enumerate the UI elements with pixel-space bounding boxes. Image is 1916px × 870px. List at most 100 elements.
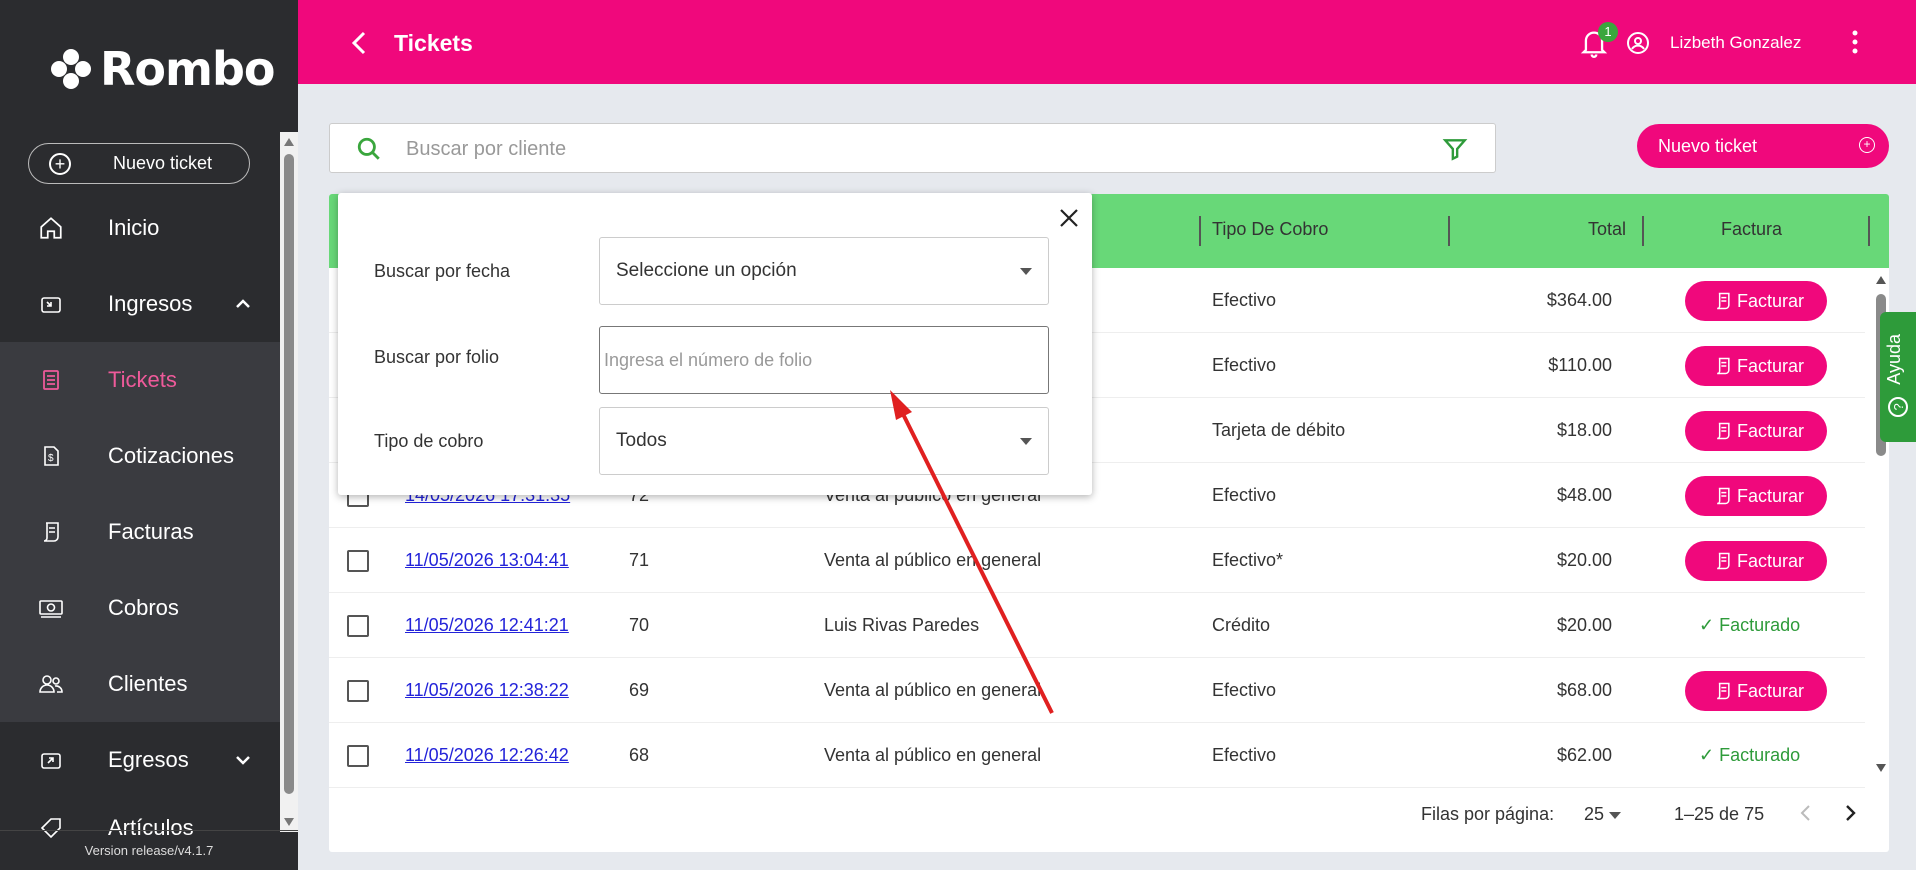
invoice-button[interactable]: Facturar	[1685, 671, 1827, 711]
income-icon	[36, 289, 66, 319]
ticket-client: Venta al público en general	[824, 745, 1042, 765]
sidebar-item-label: Cotizaciones	[108, 443, 234, 468]
caret-down-icon	[1609, 812, 1622, 819]
date-filter-select[interactable]: Seleccione un opción	[599, 237, 1049, 305]
column-separator[interactable]	[1642, 216, 1644, 246]
row-checkbox[interactable]	[347, 745, 369, 767]
invoice-button[interactable]: Facturar	[1685, 541, 1827, 581]
pagination-range: 1–25 de 75	[1674, 804, 1765, 824]
more-vert-icon[interactable]	[1851, 30, 1859, 59]
table-row: 11/05/2026 12:41:21 70 Luis Rivas Paredes C…	[329, 593, 1865, 658]
receipt-icon	[1717, 682, 1730, 700]
scroll-up-icon[interactable]	[284, 138, 294, 146]
invoice-icon	[36, 517, 66, 547]
account-circle-icon[interactable]	[1626, 31, 1650, 60]
column-separator[interactable]	[1199, 216, 1201, 246]
search-input[interactable]: Buscar por cliente	[406, 138, 566, 161]
plus-circle-icon: +	[1859, 137, 1875, 153]
invoice-button-label: Facturar	[1737, 550, 1805, 571]
column-separator[interactable]	[1868, 216, 1870, 246]
sidebar-item-label: Ingresos	[108, 291, 193, 316]
help-circle-icon: ?	[1888, 397, 1908, 417]
ticket-folio: 71	[629, 550, 650, 570]
ticket-icon	[36, 365, 66, 395]
svg-text:?: ?	[1891, 403, 1906, 410]
row-checkbox[interactable]	[347, 615, 369, 637]
payment-type-select[interactable]: Todos	[599, 407, 1049, 475]
sidebar-scroll-thumb[interactable]	[284, 154, 294, 794]
folio-input[interactable]: Ingresa el número de folio	[599, 326, 1049, 394]
invoiced-status: ✓ Facturado	[1699, 615, 1801, 635]
row-checkbox[interactable]	[347, 680, 369, 702]
version-label: Version release/v4.1.7	[0, 830, 298, 870]
column-separator[interactable]	[1448, 216, 1450, 246]
expense-icon	[36, 745, 66, 775]
ticket-folio: 69	[629, 680, 650, 700]
user-name[interactable]: Lizbeth Gonzalez	[1670, 33, 1801, 53]
invoice-button[interactable]: Facturar	[1685, 476, 1827, 516]
sidebar-item-ingresos[interactable]: Ingresos	[0, 266, 280, 342]
sidebar: Rombo + Nuevo ticket Inicio Ingresos Tic…	[0, 0, 298, 870]
scroll-up-icon[interactable]	[1876, 276, 1886, 284]
ticket-folio: 70	[629, 615, 650, 635]
rows-per-page-select[interactable]: 25	[1584, 804, 1622, 825]
scroll-down-icon[interactable]	[284, 818, 294, 826]
sidebar-item-inicio[interactable]: Inicio	[0, 190, 280, 266]
chevron-left-icon[interactable]	[1799, 804, 1811, 827]
clients-icon	[36, 669, 66, 699]
chevron-right-icon[interactable]	[1845, 804, 1857, 827]
filter-icon[interactable]	[1442, 136, 1468, 167]
filter-popup: Buscar por fecha Seleccione un opción Bu…	[338, 193, 1092, 495]
back-arrow-icon[interactable]	[348, 30, 372, 61]
ticket-payment-type: Efectivo	[1212, 680, 1277, 700]
new-ticket-button[interactable]: Nuevo ticket +	[1637, 124, 1889, 168]
help-label: Ayuda	[1884, 334, 1904, 385]
sidebar-item-cobros[interactable]: Cobros	[0, 570, 280, 646]
scroll-down-icon[interactable]	[1876, 764, 1886, 772]
column-header-factura[interactable]: Factura	[1721, 219, 1782, 240]
help-tab[interactable]: Ayuda ?	[1880, 312, 1916, 442]
ticket-client: Luis Rivas Paredes	[824, 615, 980, 635]
sidebar-item-facturas[interactable]: Facturas	[0, 494, 280, 570]
invoice-button[interactable]: Facturar	[1685, 281, 1827, 321]
sidebar-new-ticket-button[interactable]: + Nuevo ticket	[28, 143, 250, 184]
close-icon[interactable]	[1058, 207, 1080, 234]
search-bar[interactable]: Buscar por cliente	[329, 123, 1496, 173]
sidebar-scrollbar[interactable]	[280, 132, 298, 832]
money-icon	[36, 593, 66, 623]
invoice-button[interactable]: Facturar	[1685, 346, 1827, 386]
invoice-button[interactable]: Facturar	[1685, 411, 1827, 451]
column-header-tipo[interactable]: Tipo De Cobro	[1212, 219, 1328, 240]
search-icon	[356, 136, 382, 167]
new-ticket-label: Nuevo ticket	[1658, 135, 1758, 156]
top-bar: Tickets 1 Lizbeth Gonzalez	[298, 0, 1916, 84]
payment-type-value: Todos	[616, 430, 667, 451]
sidebar-item-clientes[interactable]: Clientes	[0, 646, 280, 722]
quote-icon: $	[36, 441, 66, 471]
sidebar-item-egresos[interactable]: Egresos	[0, 722, 280, 798]
invoiced-status: ✓ Facturado	[1699, 745, 1801, 765]
ticket-payment-type: Efectivo	[1212, 355, 1277, 375]
caret-down-icon	[1020, 438, 1032, 445]
ticket-date-link[interactable]: 11/05/2026 13:04:41	[405, 550, 569, 571]
ticket-date-link[interactable]: 11/05/2026 12:26:42	[405, 745, 569, 766]
sidebar-item-label: Egresos	[108, 747, 189, 772]
table-row: 11/05/2026 13:04:41 71 Venta al público en…	[329, 528, 1865, 593]
sidebar-item-label: Inicio	[108, 215, 160, 240]
svg-text:$: $	[48, 453, 54, 464]
folio-input-placeholder: Ingresa el número de folio	[604, 349, 813, 370]
sidebar-item-cotizaciones[interactable]: $ Cotizaciones	[0, 418, 280, 494]
sidebar-item-tickets[interactable]: Tickets	[0, 342, 280, 418]
logo[interactable]: Rombo	[50, 42, 275, 96]
ticket-total: $62.00	[1556, 745, 1612, 765]
row-checkbox[interactable]	[347, 550, 369, 572]
ticket-total: $20.00	[1556, 550, 1612, 570]
ticket-date-link[interactable]: 11/05/2026 12:38:22	[405, 680, 569, 701]
ticket-date-link[interactable]: 11/05/2026 12:41:21	[405, 615, 569, 636]
notification-badge: 1	[1598, 22, 1618, 42]
rows-per-page-value: 25	[1584, 804, 1605, 824]
ticket-payment-type: Efectivo	[1212, 290, 1277, 310]
ticket-total: $18.00	[1556, 420, 1612, 440]
column-header-total[interactable]: Total	[1588, 219, 1626, 240]
logo-text: Rombo	[100, 42, 275, 96]
